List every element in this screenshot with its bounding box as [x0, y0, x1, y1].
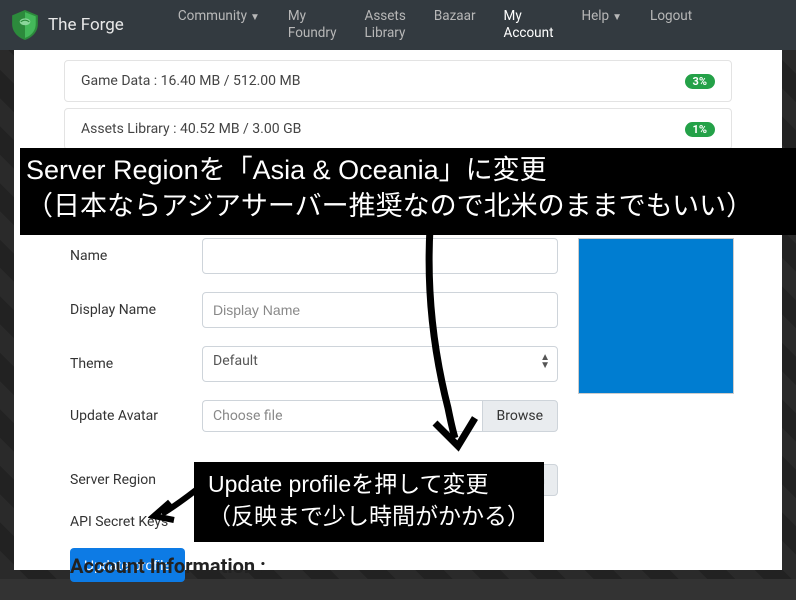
theme-select[interactable]: Default [202, 346, 558, 382]
annotation-line: （反映まで少し時間がかかる） [208, 500, 530, 532]
nav-bazaar[interactable]: Bazaar [420, 2, 490, 48]
nav-items: Community▼ My Foundry Assets Library Baz… [164, 2, 706, 48]
storage-game-badge: 3% [685, 74, 715, 89]
storage-assets-label: Assets Library : 40.52 MB / 3.00 GB [81, 121, 301, 137]
storage-assets-badge: 1% [685, 122, 715, 137]
row-avatar: Update Avatar Choose file Browse [70, 400, 766, 432]
nav-assets-library[interactable]: Assets Library [351, 2, 420, 48]
nav-my-foundry[interactable]: My Foundry [274, 2, 351, 48]
shield-logo-icon [12, 10, 38, 40]
storage-game-data[interactable]: Game Data : 16.40 MB / 512.00 MB 3% [64, 60, 732, 102]
name-input[interactable] [202, 238, 558, 274]
top-navbar: The Forge Community▼ My Foundry Assets L… [0, 0, 796, 50]
caret-down-icon: ▼ [250, 12, 260, 23]
row-theme: Theme Default ▲▼ [70, 346, 766, 382]
row-name: Name [70, 238, 766, 274]
name-label: Name [70, 248, 202, 264]
display-name-input[interactable] [202, 292, 558, 328]
brand[interactable]: The Forge [12, 10, 164, 40]
nav-logout[interactable]: Logout [636, 2, 706, 48]
api-keys-label: API Secret Keys [70, 514, 202, 530]
storage-assets-library[interactable]: Assets Library : 40.52 MB / 3.00 GB 1% [64, 108, 732, 150]
nav-community[interactable]: Community▼ [164, 2, 274, 48]
caret-down-icon: ▼ [612, 12, 622, 23]
row-display-name: Display Name [70, 292, 766, 328]
annotation-line: Update profileを押して変更 [208, 468, 530, 500]
profile-form: Name Display Name Theme Default ▲▼ Updat… [70, 238, 766, 600]
storage-game-label: Game Data : 16.40 MB / 512.00 MB [81, 73, 300, 89]
avatar-file-display[interactable]: Choose file [202, 400, 482, 432]
region-label: Server Region [70, 472, 202, 488]
annotation-line: （日本ならアジアサーバー推奨なので北米のままでもいい） [26, 188, 792, 224]
theme-label: Theme [70, 356, 202, 372]
brand-text: The Forge [48, 15, 124, 35]
avatar-browse-button[interactable]: Browse [482, 400, 558, 432]
account-information-heading: Account Information : [70, 554, 266, 578]
nav-my-account[interactable]: My Account [490, 2, 568, 48]
annotation-server-region: Server Regionを「Asia & Oceania」に変更 （日本ならア… [20, 148, 796, 235]
display-name-label: Display Name [70, 302, 202, 318]
annotation-update-profile: Update profileを押して変更 （反映まで少し時間がかかる） [194, 462, 544, 542]
avatar-label: Update Avatar [70, 408, 202, 424]
annotation-line: Server Regionを「Asia & Oceania」に変更 [26, 152, 792, 188]
nav-help[interactable]: Help▼ [567, 2, 636, 48]
